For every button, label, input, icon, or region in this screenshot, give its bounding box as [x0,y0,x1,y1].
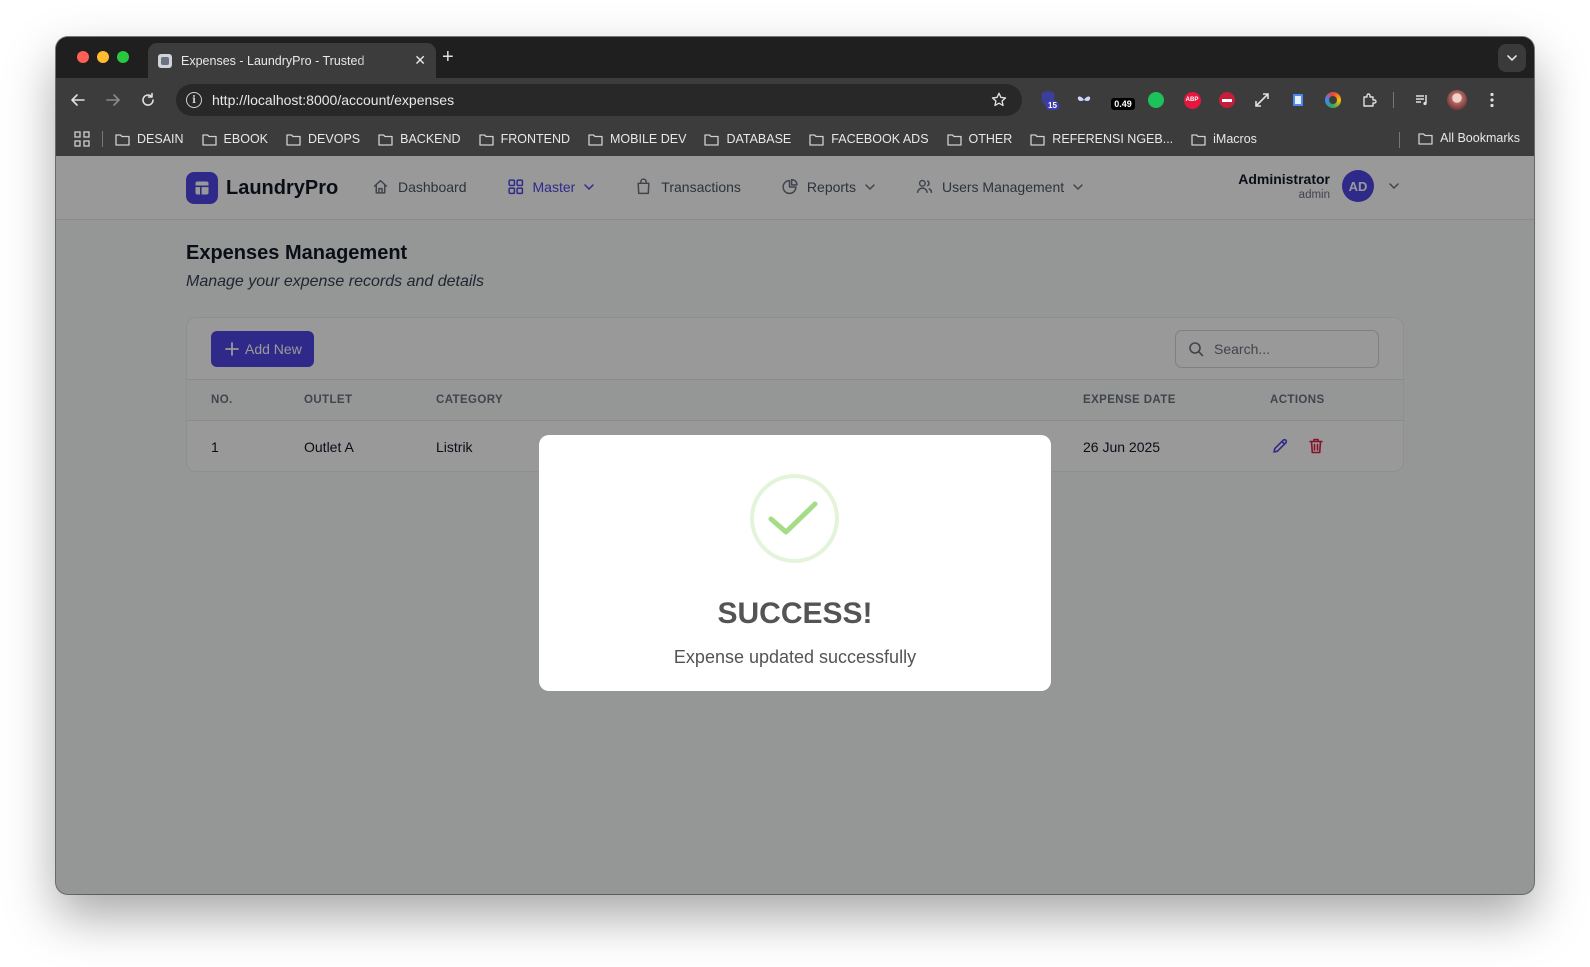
folder-icon [704,133,720,146]
bookmark-folder[interactable]: iMacros [1191,132,1257,146]
bookmark-folder[interactable]: FACEBOOK ADS [809,132,929,146]
bookmark-label: iMacros [1213,132,1257,146]
media-controls-button[interactable] [1412,90,1432,110]
extension-expand[interactable] [1252,90,1272,110]
tab-title: Expenses - LaundryPro - Trusted [181,53,365,68]
folder-icon [588,133,603,146]
extension-speed[interactable]: 0.49 [1108,90,1138,110]
arrow-left-icon [71,94,85,106]
bookmark-label: EBOOK [223,132,269,146]
folder-icon [1191,133,1206,146]
arrow-right-icon [106,94,120,106]
folder-icon [1418,132,1433,145]
color-wheel-icon [1325,92,1341,108]
profile-avatar-icon [1447,90,1467,110]
bookmark-folder[interactable]: BACKEND [378,132,461,146]
back-button[interactable] [68,90,88,110]
url-text: http://localhost:8000/account/expenses [212,92,455,108]
bookmark-folder[interactable]: REFERENSI NGEB... [1030,132,1173,146]
tab-close-icon[interactable]: ✕ [414,52,426,69]
bookmark-folder[interactable]: DATABASE [704,132,791,146]
bookmark-folder[interactable]: OTHER [946,132,1013,146]
extension-docs[interactable] [1288,90,1308,110]
bookmark-label: BACKEND [400,132,461,146]
expand-icon [1255,93,1269,107]
extension-adblock[interactable]: ABP [1182,90,1202,110]
browser-window: Expenses - LaundryPro - Trusted ✕ + i ht… [56,37,1534,894]
bookmarks-bar: DESAIN EBOOK DEVOPS BACKEND FRONTEND MOBILE D… [56,122,1534,156]
profile-button[interactable] [1447,90,1467,110]
green-circle-icon [1148,92,1164,108]
page-viewport: LaundryPro Dashboard Master Transactions Re… [56,156,1534,894]
address-bar[interactable]: i http://localhost:8000/account/expenses [176,84,1022,116]
close-window-button[interactable] [77,51,89,63]
folder-icon [946,133,962,146]
extensions-button[interactable] [1359,90,1379,110]
new-tab-button[interactable]: + [442,46,454,69]
bookmark-folder[interactable]: MOBILE DEV [588,132,686,146]
playlist-icon [1416,95,1427,106]
extension-stop[interactable] [1217,90,1237,110]
bookmark-folder[interactable]: DESAIN [115,132,184,146]
document-icon [1293,94,1303,106]
toolbar-divider [1393,92,1394,108]
puzzle-icon [1363,93,1377,107]
bookmark-label: FRONTEND [500,132,571,146]
more-vertical-icon [1490,92,1494,108]
minimize-window-button[interactable] [97,51,109,63]
extension-butterfly[interactable] [1074,90,1094,110]
bookmark-label: OTHER [968,132,1013,146]
reload-icon [142,92,154,106]
apps-grid-icon[interactable] [74,131,90,147]
success-modal: SUCCESS! Expense updated successfully [539,435,1051,691]
modal-title: SUCCESS! [717,597,873,630]
folder-icon [115,133,130,146]
extension-green-dot[interactable] [1146,90,1166,110]
extension-color[interactable] [1323,90,1343,110]
site-info-icon[interactable]: i [186,92,202,108]
tab-search-button[interactable] [1498,44,1526,72]
bookmark-label: MOBILE DEV [610,132,687,146]
speed-readout: 0.49 [1111,98,1135,110]
folder-icon [201,133,217,146]
chevron-down-icon [1507,55,1517,62]
browser-menu-button[interactable] [1482,90,1502,110]
bookmark-label: REFERENSI NGEB... [1052,132,1174,146]
bookmark-label: DATABASE [726,132,792,146]
folder-icon [809,133,824,146]
checkmark-icon [768,501,818,535]
adblock-icon: ABP [1183,91,1201,109]
maximize-window-button[interactable] [117,51,129,63]
browser-tab-active[interactable]: Expenses - LaundryPro - Trusted ✕ [148,43,436,78]
folder-icon [286,133,301,146]
bookmark-folders: DESAIN EBOOK DEVOPS BACKEND FRONTEND MOBILE D… [115,132,1275,146]
reload-button[interactable] [138,90,158,110]
bookmark-divider [1399,132,1400,148]
all-bookmarks-label: All Bookmarks [1440,131,1520,145]
folder-icon [378,133,393,146]
folder-icon [478,133,494,146]
butterfly-icon [1077,96,1091,101]
extension-count-badge: 15 [1046,101,1059,110]
bookmark-label: DEVOPS [308,132,361,146]
tab-strip: Expenses - LaundryPro - Trusted ✕ + [56,37,1534,78]
forward-button[interactable] [103,90,123,110]
bookmark-label: DESAIN [137,132,184,146]
bookmark-star-icon[interactable] [990,91,1008,109]
bookmark-folder[interactable]: EBOOK [201,132,269,146]
bookmark-folder[interactable]: FRONTEND [478,132,571,146]
bookmark-divider [102,131,103,147]
bookmark-folder[interactable]: DEVOPS [286,132,360,146]
all-bookmarks-button[interactable]: All Bookmarks [1418,131,1520,145]
stop-icon [1219,92,1235,108]
bookmark-label: FACEBOOK ADS [831,132,929,146]
favicon-icon [158,53,172,68]
browser-toolbar: i http://localhost:8000/account/expenses… [56,78,1534,122]
modal-message: Expense updated successfully [673,647,917,667]
extension-badge-15[interactable]: 15 [1038,90,1059,110]
folder-icon [1030,133,1045,146]
